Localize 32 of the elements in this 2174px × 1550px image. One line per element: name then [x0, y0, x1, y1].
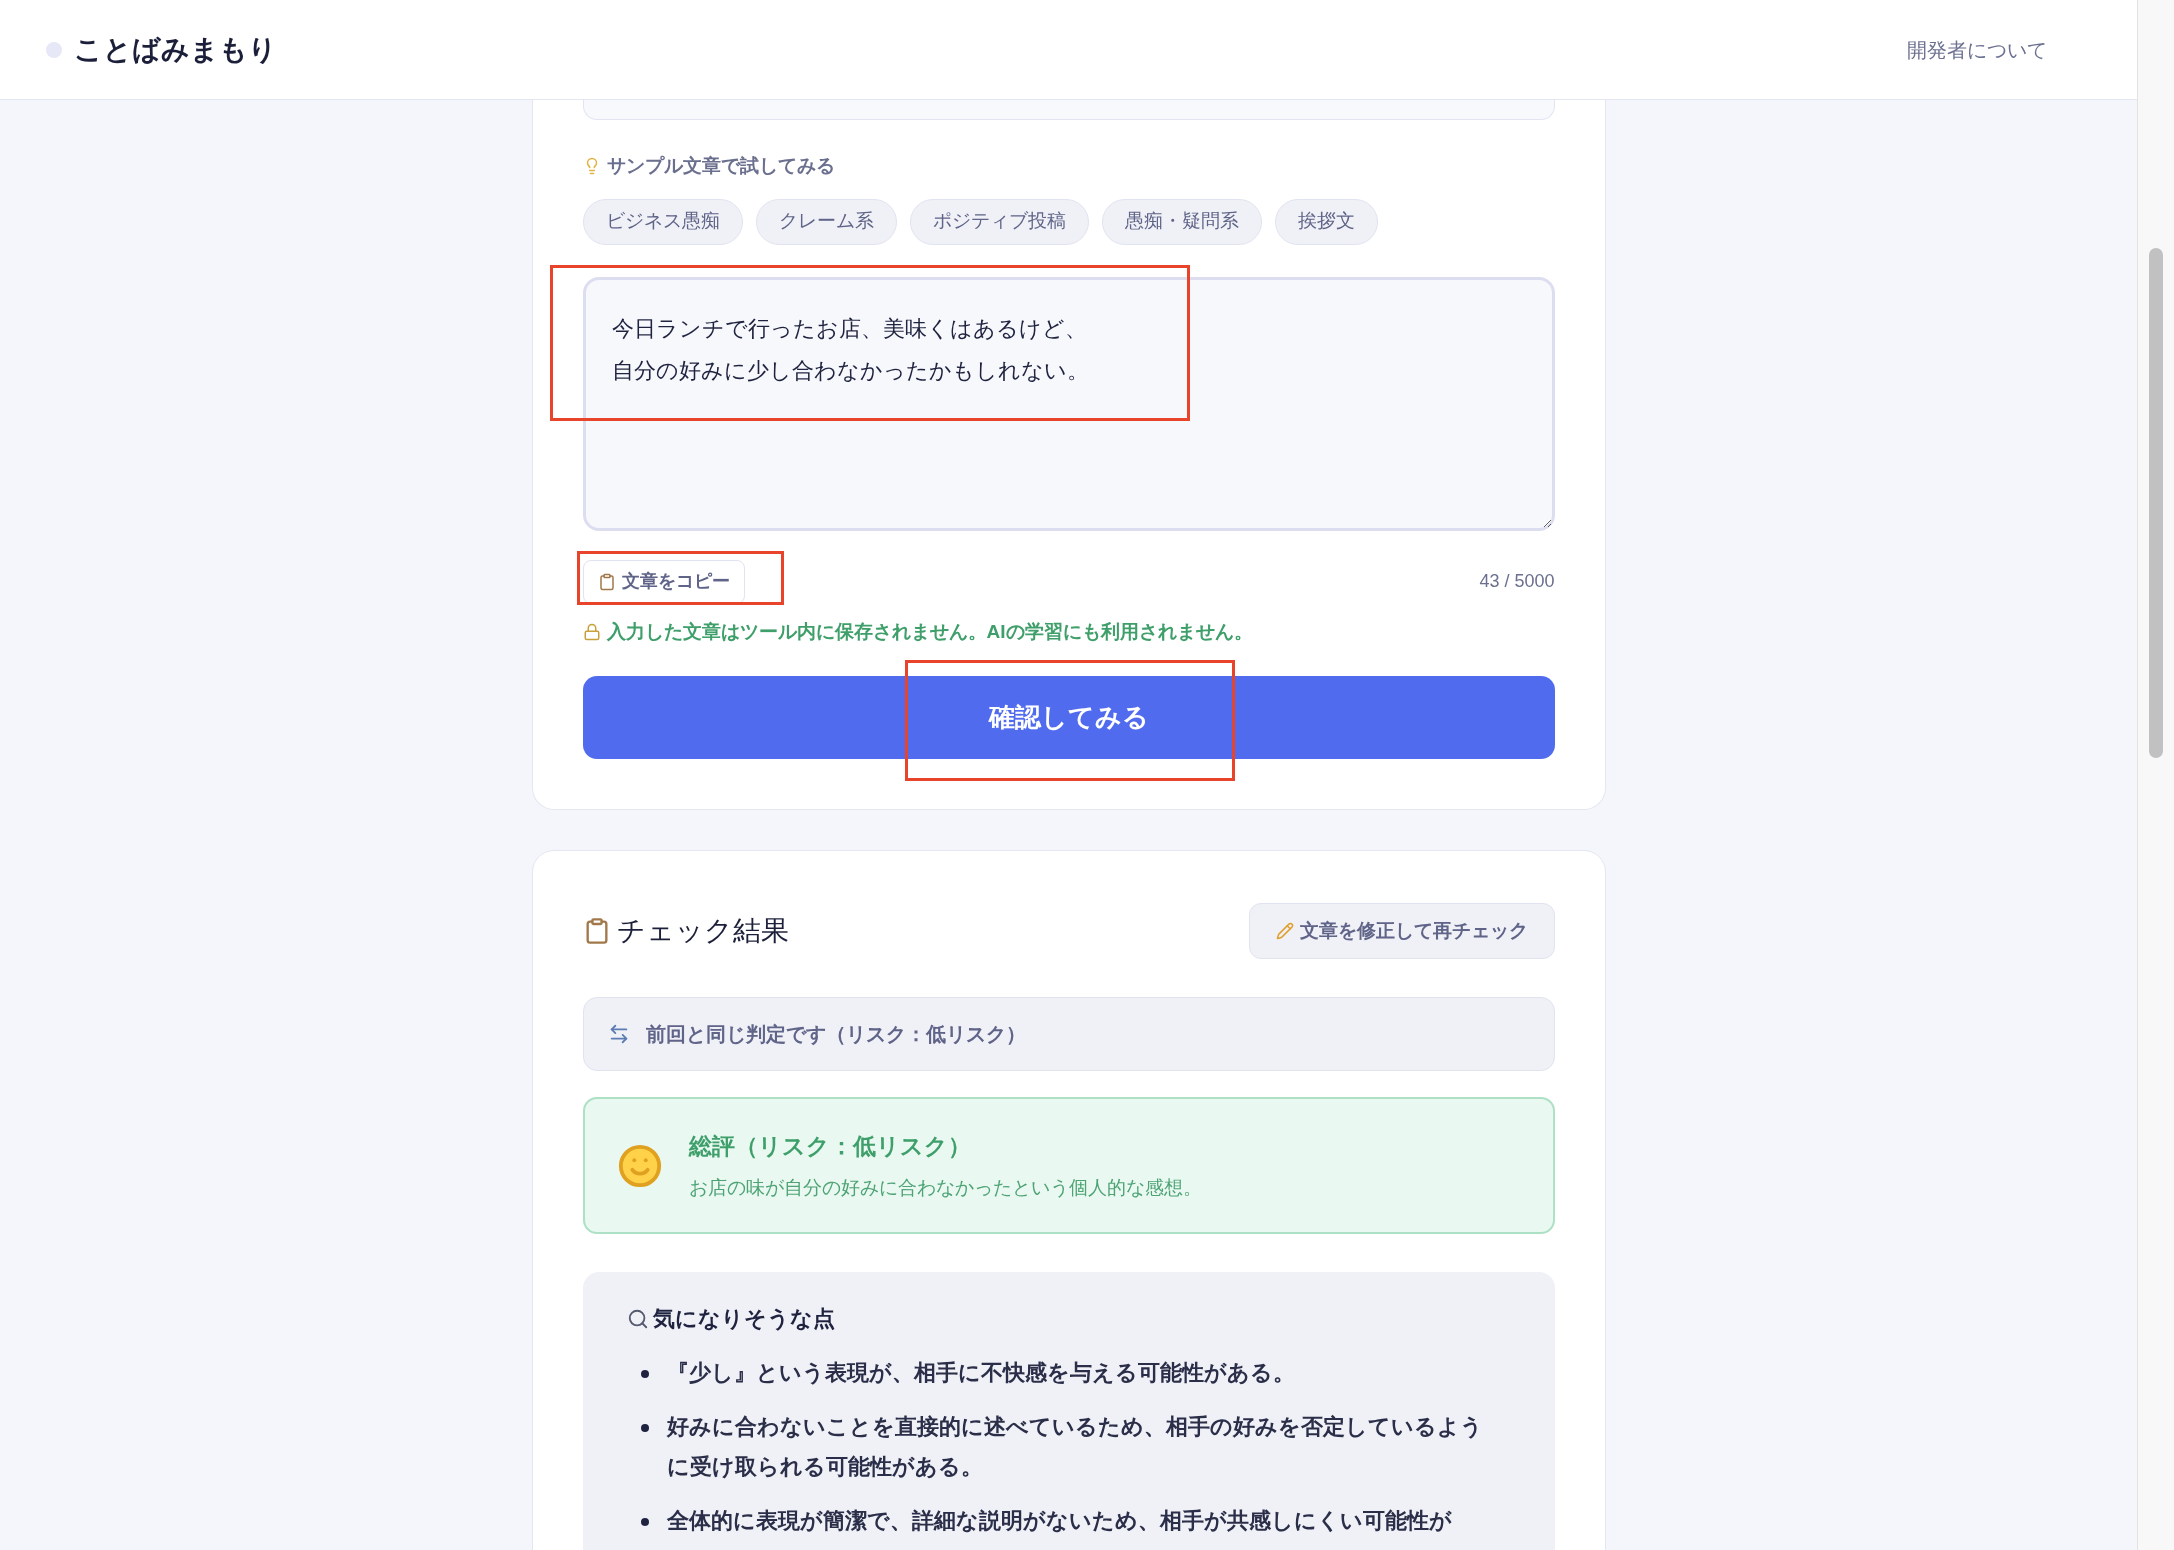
- sample-chip[interactable]: 愚痴・疑問系: [1101, 198, 1262, 245]
- search-icon: [626, 1307, 649, 1330]
- bullet-icon: [640, 1370, 649, 1378]
- sample-chip[interactable]: クレーム系: [755, 198, 897, 245]
- bullet-icon: [640, 1424, 649, 1432]
- lock-icon: [582, 622, 601, 641]
- sample-label: サンプル文章で試してみる: [606, 154, 835, 178]
- character-counter: 43 / 5000: [1479, 570, 1555, 593]
- concern-item: 全体的に表現が簡潔で、詳細な説明がないため、相手が共感しにくい可能性が: [666, 1507, 1452, 1535]
- sample-chip[interactable]: 挨拶文: [1274, 198, 1378, 245]
- summary-text: お店の味が自分の好みに合わなかったという個人的な感想。: [688, 1175, 1202, 1200]
- sample-chip[interactable]: ポジティブ投稿: [909, 198, 1089, 245]
- about-link[interactable]: 開発者について: [1907, 34, 2047, 65]
- pencil-icon: [1275, 922, 1294, 940]
- app-title: ことばみまもり: [74, 31, 277, 68]
- result-title: チェック結果: [616, 913, 789, 949]
- concern-item: 好みに合わないことを直接的に述べているため、相手の好みを否定しているように受け取られる可能性がある。: [666, 1413, 1484, 1481]
- smile-icon: [616, 1142, 663, 1189]
- input-field[interactable]: [582, 100, 1555, 120]
- clipboard-icon: [597, 572, 616, 591]
- summary-title: 総評（リスク：低リスク）: [688, 1132, 972, 1161]
- scrollbar-thumb[interactable]: [2149, 248, 2163, 758]
- comparison-text: 前回と同じ判定です（リスク：低リスク）: [645, 1022, 1026, 1047]
- sample-chip[interactable]: ビジネス愚痴: [582, 198, 743, 245]
- submit-button[interactable]: 確認してみる: [582, 676, 1555, 759]
- privacy-note: 入力した文章はツール内に保存されません。AIの学習にも利用されません。: [606, 619, 1253, 644]
- copy-button[interactable]: 文章をコピー: [582, 559, 745, 604]
- concerns-title: 気になりそうな点: [652, 1305, 835, 1333]
- bullet-icon: [640, 1518, 649, 1526]
- recheck-button[interactable]: 文章を修正して再チェック: [1248, 903, 1555, 959]
- concern-item: 『少し』という表現が、相手に不快感を与える可能性がある。: [666, 1359, 1295, 1387]
- text-input[interactable]: 今日ランチで行ったお店、美味くはあるけど、 自分の好みに少し合わなかったかもしれない。: [582, 276, 1555, 531]
